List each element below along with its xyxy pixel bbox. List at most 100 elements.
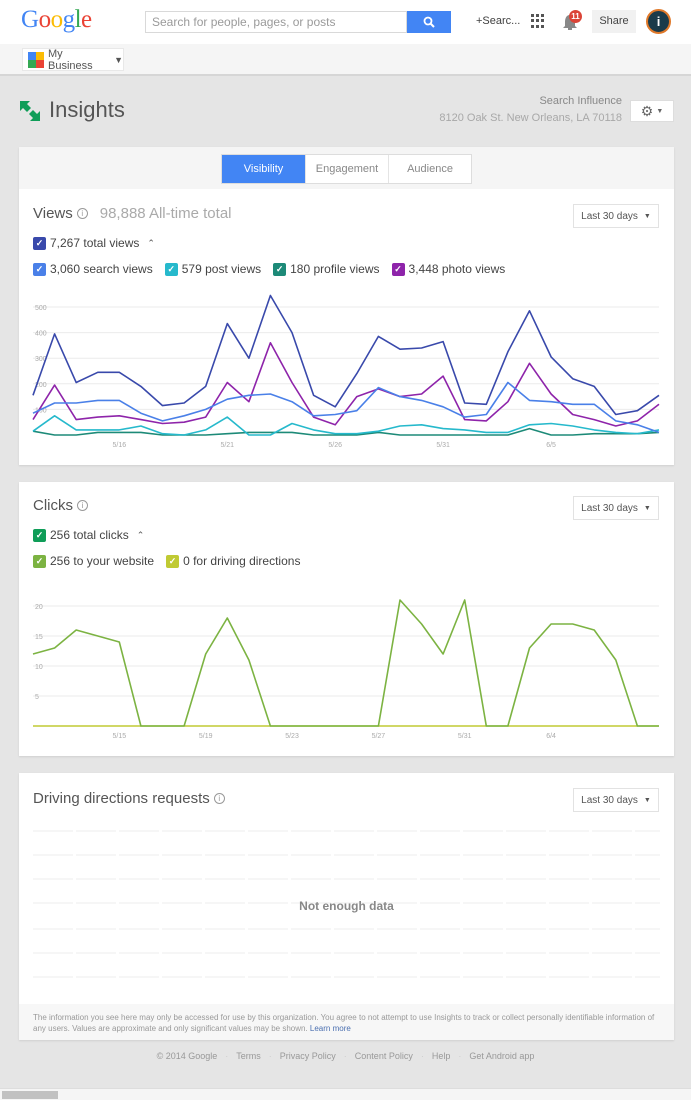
photo-views-label: 3,448 photo views (408, 262, 506, 276)
date-range-label: Last 30 days (581, 794, 638, 806)
info-icon[interactable]: i (76, 208, 88, 219)
chevron-down-icon: ▼ (643, 796, 651, 804)
y-tick-label: 500 (35, 305, 47, 312)
photo-views-checkbox[interactable]: ✓ (391, 262, 405, 276)
views-chart: 1002003004005005/16 5/21 5/26 5/31 6/5 (32, 294, 660, 449)
clicks-chart: 5 10 15 20 5/15 5/19 5/23 5/27 5/31 6/4 (32, 599, 659, 740)
info-icon[interactable]: i (213, 793, 225, 804)
horizontal-scrollbar[interactable] (0, 1088, 691, 1100)
y-tick-label: 5 (35, 694, 39, 701)
views-card: Visibility Engagement Audience Views i 9… (19, 147, 674, 465)
scrollbar-thumb[interactable] (2, 1091, 58, 1099)
google-plus-profile-link[interactable]: +Searc... (476, 15, 520, 27)
views-legend: ✓ 3,060 search views ✓ 579 post views ✓ 180… (33, 262, 505, 276)
page-title: Insights (49, 97, 125, 122)
gear-icon: ⚙ (640, 102, 654, 119)
profile-views-label: 180 profile views (290, 262, 380, 276)
clicks-legend: ✓ 256 to your website ✓ 0 for driving dire… (33, 554, 300, 568)
footer-help-link[interactable]: Help (424, 1051, 459, 1061)
info-icon[interactable]: i (77, 500, 88, 511)
x-tick-label: 6/4 (546, 733, 556, 740)
chevron-down-icon: ▼ (643, 212, 651, 220)
profile-views-checkbox[interactable]: ✓ (273, 262, 287, 276)
tab-audience[interactable]: Audience (388, 155, 471, 183)
website-clicks-checkbox[interactable]: ✓ (33, 554, 46, 568)
total-views-label: 7,267 total views (50, 236, 140, 250)
search-views-checkbox[interactable]: ✓ (33, 262, 46, 276)
x-tick-label: 5/23 (285, 733, 299, 740)
search-button[interactable] (407, 11, 451, 33)
clicks-card: Clicks i Last 30 days ▼ ✓ 256 total click… (19, 482, 674, 756)
website-clicks-label: 256 to your website (50, 554, 155, 568)
x-tick-label: 5/31 (458, 733, 472, 740)
chevron-down-icon: ▼ (643, 504, 651, 512)
footer: © 2014 Google · Terms · Privacy Policy · Co… (0, 1051, 691, 1061)
share-button[interactable]: Share (592, 10, 636, 33)
total-clicks-checkbox[interactable]: ✓ (33, 528, 46, 542)
my-business-switcher[interactable]: My Business ▼ (22, 47, 124, 72)
total-clicks-label: 256 total clicks (50, 528, 129, 542)
notification-badge: 11 (569, 10, 582, 23)
x-tick-label: 5/21 (220, 442, 234, 449)
x-tick-label: 5/19 (199, 733, 213, 740)
caret-down-icon: ▼ (656, 107, 664, 115)
no-data-message: Not enough data (299, 899, 394, 913)
views-alltime-total: 98,888 All-time total (99, 205, 232, 222)
clicks-date-range-dropdown[interactable]: Last 30 days ▼ (573, 496, 659, 520)
directions-title: Driving directions requests (33, 790, 210, 807)
chevron-up-icon[interactable]: ⌃ (137, 530, 145, 541)
total-views-checkbox[interactable]: ✓ (33, 236, 46, 250)
post-views-checkbox[interactable]: ✓ (164, 262, 178, 276)
clicks-title: Clicks (33, 497, 73, 514)
search-input[interactable]: Search for people, pages, or posts (145, 11, 407, 33)
search-icon (423, 16, 435, 28)
my-business-logo-icon (28, 51, 44, 68)
series-line-to-your-website (32, 599, 659, 727)
views-heading: Views i 98,888 All-time total (33, 205, 232, 222)
y-tick-label: 10 (35, 664, 43, 671)
x-tick-label: 5/15 (113, 733, 127, 740)
tab-engagement[interactable]: Engagement (305, 155, 388, 183)
search-views-label: 3,060 search views (50, 262, 153, 276)
x-tick-label: 5/27 (372, 733, 386, 740)
x-tick-label: 6/5 (546, 442, 556, 449)
apps-grid-icon[interactable] (531, 14, 545, 28)
directions-clicks-checkbox[interactable]: ✓ (166, 554, 180, 568)
date-range-label: Last 30 days (581, 210, 638, 222)
post-views-label: 579 post views (181, 262, 262, 276)
settings-button[interactable]: ⚙ ▼ (630, 100, 674, 122)
footer-copyright: © 2014 Google (156, 1051, 218, 1061)
tab-visibility[interactable]: Visibility (222, 155, 305, 183)
directions-date-range-dropdown[interactable]: Last 30 days ▼ (573, 788, 659, 812)
driving-directions-card: Driving directions requests i Last 30 da… (19, 773, 674, 1040)
learn-more-link[interactable]: Learn more (310, 1024, 351, 1033)
footer-privacy-link[interactable]: Privacy Policy (272, 1051, 344, 1061)
x-tick-label: 5/31 (436, 442, 450, 449)
insights-tabs: Visibility Engagement Audience (221, 154, 472, 184)
footer-android-app-link[interactable]: Get Android app (461, 1051, 542, 1061)
clicks-heading: Clicks i (33, 497, 88, 514)
clicks-total-toggle[interactable]: ✓ 256 total clicks ⌃ (33, 528, 144, 542)
chevron-up-icon[interactable]: ⌃ (147, 238, 155, 249)
footer-content-policy-link[interactable]: Content Policy (347, 1051, 421, 1061)
avatar[interactable]: i (646, 9, 671, 34)
x-tick-label: 5/16 (113, 442, 127, 449)
views-date-range-dropdown[interactable]: Last 30 days ▼ (573, 204, 659, 228)
series-line-total-views (32, 294, 660, 416)
views-total-toggle[interactable]: ✓ 7,267 total views ⌃ (33, 236, 155, 250)
x-tick-label: 5/26 (328, 442, 342, 449)
directions-clicks-label: 0 for driving directions (183, 554, 301, 568)
y-tick-label: 20 (35, 604, 43, 611)
my-business-label: My Business (48, 47, 93, 72)
series-line-photo-views (32, 341, 660, 427)
directions-heading: Driving directions requests i (33, 790, 225, 807)
footer-terms-link[interactable]: Terms (228, 1051, 269, 1061)
y-tick-label: 400 (35, 331, 47, 338)
insights-icon (20, 101, 40, 121)
business-name: Search Influence (539, 95, 622, 107)
chevron-down-icon: ▼ (114, 54, 123, 65)
google-logo[interactable]: Google (21, 6, 92, 34)
y-tick-label: 15 (35, 634, 43, 641)
top-bar: Google Search for people, pages, or post… (0, 0, 691, 44)
date-range-label: Last 30 days (581, 502, 638, 514)
